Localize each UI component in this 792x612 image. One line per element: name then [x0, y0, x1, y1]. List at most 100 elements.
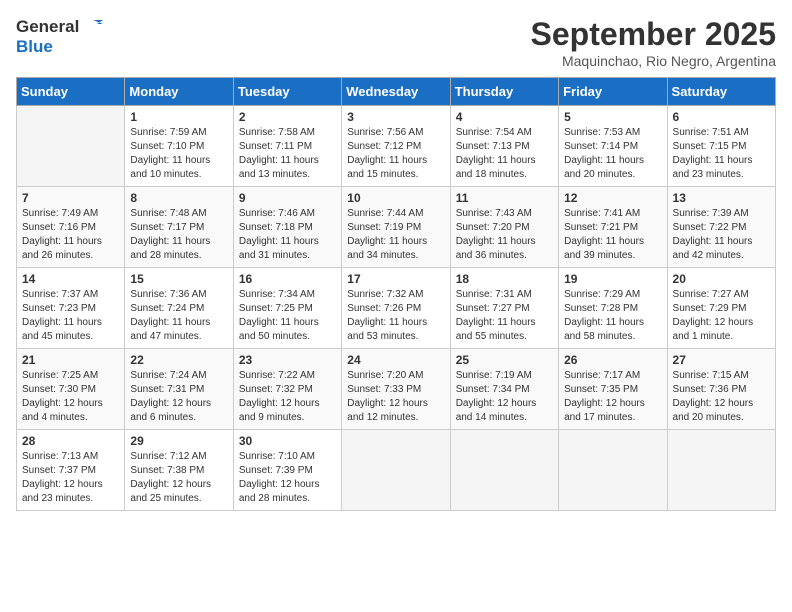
day-info: Sunrise: 7:43 AM Sunset: 7:20 PM Dayligh…	[456, 207, 553, 263]
day-number: 11	[456, 191, 553, 205]
calendar-cell: 14 Sunrise: 7:37 AM Sunset: 7:23 PM Dayli…	[17, 268, 125, 349]
day-number: 3	[347, 110, 444, 124]
day-number: 10	[347, 191, 444, 205]
day-info: Sunrise: 7:31 AM Sunset: 7:27 PM Dayligh…	[456, 288, 553, 344]
day-info: Sunrise: 7:15 AM Sunset: 7:36 PM Dayligh…	[673, 369, 770, 425]
day-info: Sunrise: 7:37 AM Sunset: 7:23 PM Dayligh…	[22, 288, 119, 344]
day-number: 7	[22, 191, 119, 205]
day-info: Sunrise: 7:22 AM Sunset: 7:32 PM Dayligh…	[239, 369, 336, 425]
day-number: 29	[130, 434, 227, 448]
day-info: Sunrise: 7:58 AM Sunset: 7:11 PM Dayligh…	[239, 126, 336, 182]
day-number: 4	[456, 110, 553, 124]
day-info: Sunrise: 7:20 AM Sunset: 7:33 PM Dayligh…	[347, 369, 444, 425]
calendar-cell: 6 Sunrise: 7:51 AM Sunset: 7:15 PM Daylig…	[667, 106, 775, 187]
day-info: Sunrise: 7:34 AM Sunset: 7:25 PM Dayligh…	[239, 288, 336, 344]
logo-blue: Blue	[16, 38, 53, 57]
calendar-cell: 17 Sunrise: 7:32 AM Sunset: 7:26 PM Dayli…	[342, 268, 450, 349]
calendar-cell	[17, 106, 125, 187]
day-number: 24	[347, 353, 444, 367]
day-info: Sunrise: 7:46 AM Sunset: 7:18 PM Dayligh…	[239, 207, 336, 263]
calendar-week-4: 21Sunrise: 7:25 AM Sunset: 7:30 PM Dayli…	[17, 349, 776, 430]
day-number: 22	[130, 353, 227, 367]
title-block: September 2025 Maquinchao, Rio Negro, Ar…	[531, 16, 776, 69]
calendar-cell: 20Sunrise: 7:27 AM Sunset: 7:29 PM Dayli…	[667, 268, 775, 349]
day-number: 13	[673, 191, 770, 205]
day-info: Sunrise: 7:53 AM Sunset: 7:14 PM Dayligh…	[564, 126, 661, 182]
day-number: 8	[130, 191, 227, 205]
day-info: Sunrise: 7:19 AM Sunset: 7:34 PM Dayligh…	[456, 369, 553, 425]
day-number: 17	[347, 272, 444, 286]
day-number: 19	[564, 272, 661, 286]
day-number: 18	[456, 272, 553, 286]
calendar-cell: 10 Sunrise: 7:44 AM Sunset: 7:19 PM Dayli…	[342, 187, 450, 268]
day-info: Sunrise: 7:54 AM Sunset: 7:13 PM Dayligh…	[456, 126, 553, 182]
day-info: Sunrise: 7:27 AM Sunset: 7:29 PM Dayligh…	[673, 288, 770, 344]
calendar-cell: 1 Sunrise: 7:59 AM Sunset: 7:10 PM Daylig…	[125, 106, 233, 187]
weekday-header-thursday: Thursday	[450, 78, 558, 106]
calendar-cell: 18 Sunrise: 7:31 AM Sunset: 7:27 PM Dayli…	[450, 268, 558, 349]
calendar-cell: 19 Sunrise: 7:29 AM Sunset: 7:28 PM Dayli…	[559, 268, 667, 349]
day-number: 9	[239, 191, 336, 205]
day-info: Sunrise: 7:56 AM Sunset: 7:12 PM Dayligh…	[347, 126, 444, 182]
day-number: 30	[239, 434, 336, 448]
logo-bird-icon	[81, 16, 103, 38]
calendar-cell: 23 Sunrise: 7:22 AM Sunset: 7:32 PM Dayli…	[233, 349, 341, 430]
calendar-week-3: 14 Sunrise: 7:37 AM Sunset: 7:23 PM Dayli…	[17, 268, 776, 349]
day-info: Sunrise: 7:32 AM Sunset: 7:26 PM Dayligh…	[347, 288, 444, 344]
calendar-cell: 4 Sunrise: 7:54 AM Sunset: 7:13 PM Daylig…	[450, 106, 558, 187]
calendar-week-5: 28 Sunrise: 7:13 AM Sunset: 7:37 PM Dayli…	[17, 430, 776, 511]
day-number: 5	[564, 110, 661, 124]
month-title: September 2025	[531, 16, 776, 53]
day-info: Sunrise: 7:44 AM Sunset: 7:19 PM Dayligh…	[347, 207, 444, 263]
day-info: Sunrise: 7:24 AM Sunset: 7:31 PM Dayligh…	[130, 369, 227, 425]
day-number: 16	[239, 272, 336, 286]
calendar-cell: 26 Sunrise: 7:17 AM Sunset: 7:35 PM Dayli…	[559, 349, 667, 430]
weekday-header-monday: Monday	[125, 78, 233, 106]
day-info: Sunrise: 7:51 AM Sunset: 7:15 PM Dayligh…	[673, 126, 770, 182]
weekday-header-wednesday: Wednesday	[342, 78, 450, 106]
day-info: Sunrise: 7:17 AM Sunset: 7:35 PM Dayligh…	[564, 369, 661, 425]
calendar-week-1: 1 Sunrise: 7:59 AM Sunset: 7:10 PM Daylig…	[17, 106, 776, 187]
calendar-cell: 2 Sunrise: 7:58 AM Sunset: 7:11 PM Daylig…	[233, 106, 341, 187]
day-number: 12	[564, 191, 661, 205]
day-number: 6	[673, 110, 770, 124]
weekday-header-sunday: Sunday	[17, 78, 125, 106]
calendar-cell: 8 Sunrise: 7:48 AM Sunset: 7:17 PM Daylig…	[125, 187, 233, 268]
day-info: Sunrise: 7:29 AM Sunset: 7:28 PM Dayligh…	[564, 288, 661, 344]
day-info: Sunrise: 7:13 AM Sunset: 7:37 PM Dayligh…	[22, 450, 119, 506]
weekday-header-friday: Friday	[559, 78, 667, 106]
day-info: Sunrise: 7:36 AM Sunset: 7:24 PM Dayligh…	[130, 288, 227, 344]
day-number: 14	[22, 272, 119, 286]
day-info: Sunrise: 7:48 AM Sunset: 7:17 PM Dayligh…	[130, 207, 227, 263]
calendar-cell: 11 Sunrise: 7:43 AM Sunset: 7:20 PM Dayli…	[450, 187, 558, 268]
day-number: 23	[239, 353, 336, 367]
day-info: Sunrise: 7:59 AM Sunset: 7:10 PM Dayligh…	[130, 126, 227, 182]
calendar-cell: 30 Sunrise: 7:10 AM Sunset: 7:39 PM Dayli…	[233, 430, 341, 511]
logo-general: General	[16, 18, 79, 37]
day-number: 28	[22, 434, 119, 448]
calendar-cell	[559, 430, 667, 511]
calendar-cell: 29 Sunrise: 7:12 AM Sunset: 7:38 PM Dayli…	[125, 430, 233, 511]
calendar-cell: 9 Sunrise: 7:46 AM Sunset: 7:18 PM Daylig…	[233, 187, 341, 268]
day-number: 21	[22, 353, 119, 367]
day-number: 25	[456, 353, 553, 367]
day-number: 15	[130, 272, 227, 286]
page-header: General Blue September 2025 Maquinchao, …	[16, 16, 776, 69]
day-number: 2	[239, 110, 336, 124]
calendar-cell: 28 Sunrise: 7:13 AM Sunset: 7:37 PM Dayli…	[17, 430, 125, 511]
calendar-cell	[450, 430, 558, 511]
calendar-cell	[667, 430, 775, 511]
calendar-cell: 15 Sunrise: 7:36 AM Sunset: 7:24 PM Dayli…	[125, 268, 233, 349]
day-info: Sunrise: 7:12 AM Sunset: 7:38 PM Dayligh…	[130, 450, 227, 506]
weekday-header-saturday: Saturday	[667, 78, 775, 106]
calendar-cell: 7 Sunrise: 7:49 AM Sunset: 7:16 PM Daylig…	[17, 187, 125, 268]
calendar-cell: 21Sunrise: 7:25 AM Sunset: 7:30 PM Dayli…	[17, 349, 125, 430]
day-info: Sunrise: 7:39 AM Sunset: 7:22 PM Dayligh…	[673, 207, 770, 263]
day-info: Sunrise: 7:49 AM Sunset: 7:16 PM Dayligh…	[22, 207, 119, 263]
day-info: Sunrise: 7:10 AM Sunset: 7:39 PM Dayligh…	[239, 450, 336, 506]
location-subtitle: Maquinchao, Rio Negro, Argentina	[531, 53, 776, 69]
day-number: 1	[130, 110, 227, 124]
calendar-header-row: SundayMondayTuesdayWednesdayThursdayFrid…	[17, 78, 776, 106]
day-number: 26	[564, 353, 661, 367]
calendar-cell: 22 Sunrise: 7:24 AM Sunset: 7:31 PM Dayli…	[125, 349, 233, 430]
